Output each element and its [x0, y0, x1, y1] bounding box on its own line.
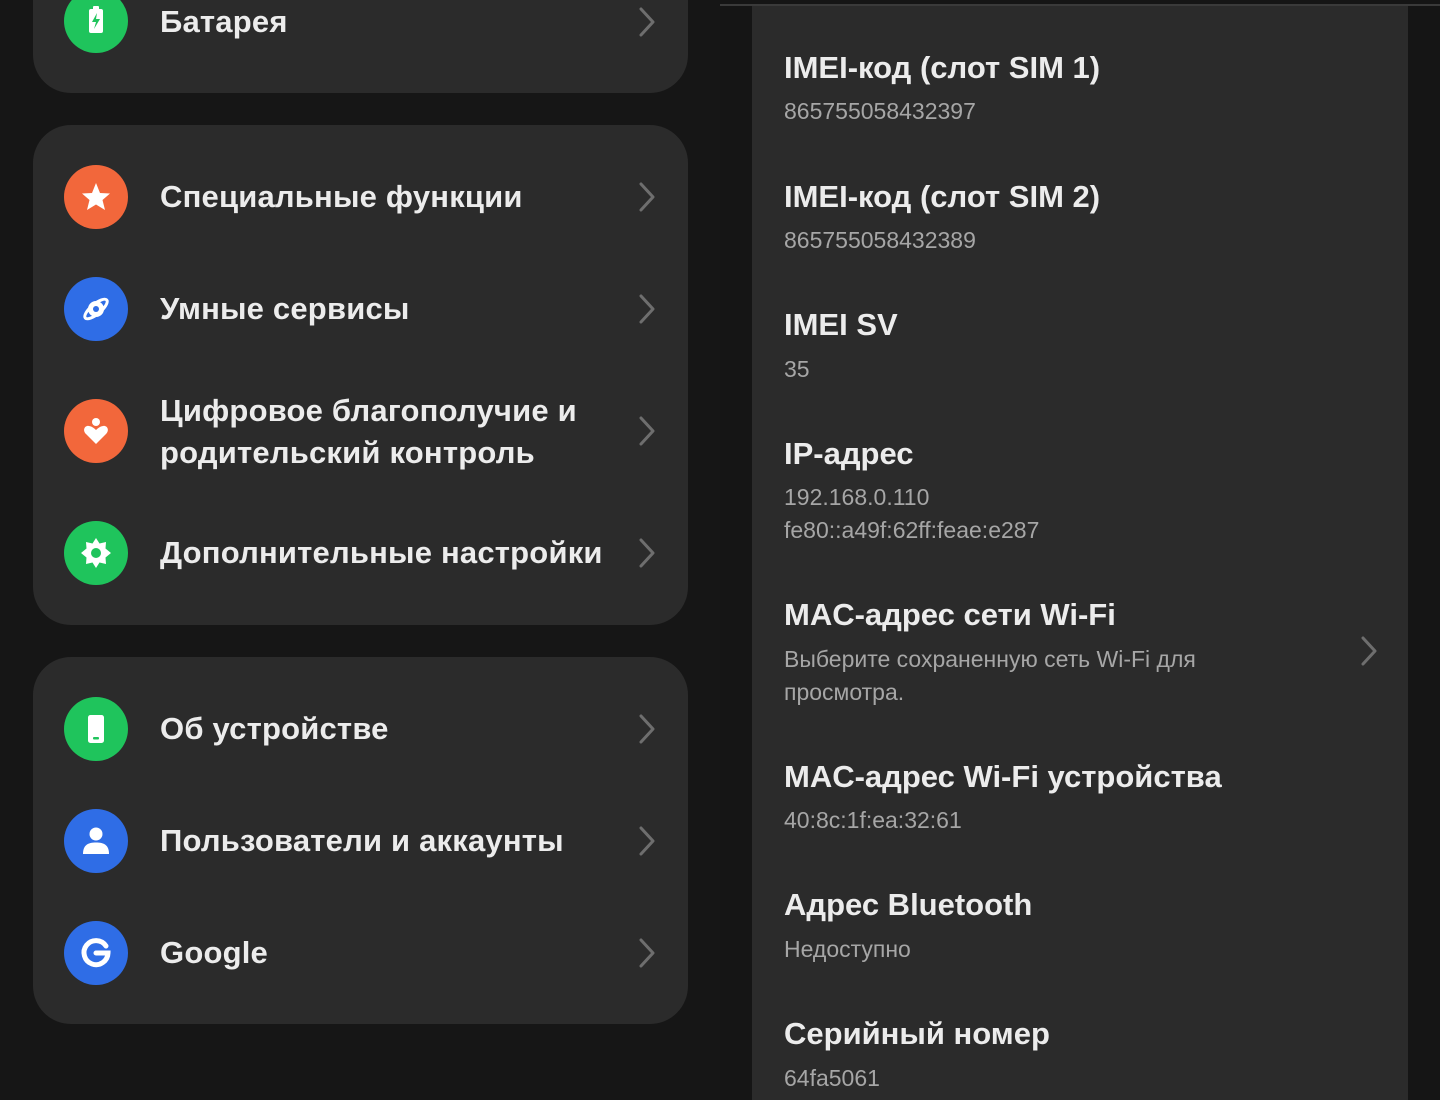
settings-item-users-accounts[interactable]: Пользователи и аккаунты [33, 786, 688, 896]
settings-item-about-device[interactable]: Об устройстве [33, 674, 688, 784]
settings-item-digital-wellbeing[interactable]: Цифровое благополучие и родительский кон… [33, 367, 688, 497]
item-value: Недоступно [784, 936, 911, 962]
item-title: MAC-адрес Wi-Fi устройства [784, 759, 1222, 794]
settings-group-1: Батарея [33, 0, 688, 93]
settings-item-label: Google [160, 935, 268, 970]
phone-device-icon [64, 697, 128, 761]
chevron-right-icon [636, 292, 658, 326]
chevron-right-icon[interactable] [1358, 634, 1380, 668]
item-title: MAC-адрес сети Wi-Fi [784, 597, 1116, 632]
star-icon [64, 165, 128, 229]
settings-group-2: Специальные функции Умные сервисы Цифров… [33, 125, 688, 625]
chevron-right-icon [636, 712, 658, 746]
item-title: IP-адрес [784, 436, 914, 471]
item-title: IMEI SV [784, 307, 898, 342]
item-value-line-1: 192.168.0.110 [784, 484, 930, 510]
settings-item-smart-services[interactable]: Умные сервисы [33, 257, 688, 367]
heart-person-icon [64, 399, 128, 463]
settings-item-label: Специальные функции [160, 179, 523, 214]
item-title: Серийный номер [784, 1016, 1050, 1051]
item-title: Адрес Bluetooth [784, 887, 1033, 922]
chevron-right-icon [636, 824, 658, 858]
settings-item-label-line-2: родительский контроль [160, 435, 535, 470]
settings-item-special-functions[interactable]: Специальные функции [33, 145, 688, 255]
item-value: 40:8c:1f:ea:32:61 [784, 807, 962, 833]
chevron-right-icon [636, 5, 658, 39]
item-value-line-2: fe80::a49f:62ff:feae:e287 [784, 517, 1040, 543]
chevron-right-icon [636, 180, 658, 214]
settings-item-label: Пользователи и аккаунты [160, 823, 564, 858]
settings-item-label: Батарея [160, 4, 288, 39]
smart-services-icon [64, 277, 128, 341]
item-value: 35 [784, 356, 810, 382]
google-icon [64, 921, 128, 985]
item-value: 865755058432389 [784, 227, 976, 253]
settings-item-google[interactable]: Google [33, 898, 688, 1008]
battery-icon [64, 0, 128, 53]
settings-item-label: Умные сервисы [160, 291, 410, 326]
settings-item-additional-settings[interactable]: Дополнительные настройки [33, 501, 688, 611]
item-value: 64fa5061 [784, 1065, 880, 1091]
settings-item-battery[interactable]: Батарея [33, 0, 688, 93]
chevron-right-icon [636, 414, 658, 448]
item-value-line-1: Выберите сохраненную сеть Wi-Fi для [784, 646, 1196, 672]
chevron-right-icon [636, 536, 658, 570]
settings-item-label: Об устройстве [160, 711, 389, 746]
user-icon [64, 809, 128, 873]
settings-menu-pane: Батарея Специальные функции Умные сервис… [0, 0, 720, 1100]
gear-icon [64, 521, 128, 585]
settings-item-label: Дополнительные настройки [160, 535, 603, 570]
chevron-right-icon [636, 936, 658, 970]
item-value-line-2: просмотра. [784, 679, 905, 705]
item-value: 865755058432397 [784, 98, 976, 124]
settings-group-3: Об устройстве Пользователи и аккаунты Go… [33, 657, 688, 1024]
item-title: IMEI-код (слот SIM 1) [784, 50, 1101, 85]
settings-item-label-line-1: Цифровое благополучие и [160, 393, 577, 428]
item-title: IMEI-код (слот SIM 2) [784, 179, 1101, 214]
